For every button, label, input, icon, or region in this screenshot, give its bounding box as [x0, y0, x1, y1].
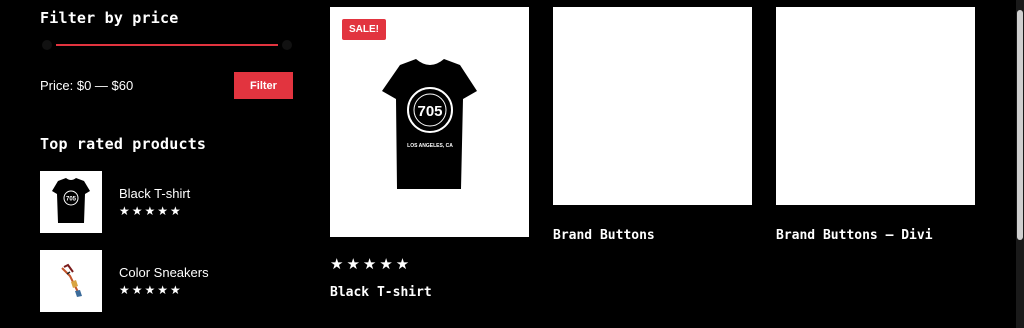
rating-stars: ★★★★★	[119, 283, 183, 297]
page-scrollbar[interactable]	[1016, 0, 1024, 328]
top-rated-thumb-tshirt[interactable]: 705	[40, 171, 102, 233]
sneakers-thumb-image	[61, 263, 82, 297]
price-range-label: Price: $0 — $60	[40, 78, 134, 93]
rating-stars: ★★★★★	[119, 204, 183, 218]
svg-text:705: 705	[66, 197, 77, 203]
product-title[interactable]: Black T-shirt	[330, 285, 432, 300]
product-rating-stars: ★★★★★	[330, 256, 413, 273]
svg-text:LOS ANGELES, CA: LOS ANGELES, CA	[407, 143, 453, 149]
filter-button[interactable]: Filter	[234, 72, 293, 99]
top-rated-item-name[interactable]: Black T-shirt	[119, 186, 190, 201]
product-title[interactable]: Brand Buttons	[553, 228, 655, 243]
product-image-brand-buttons[interactable]	[553, 7, 752, 205]
top-rated-item-name[interactable]: Color Sneakers	[119, 265, 209, 280]
product-image-brand-buttons-divi[interactable]	[776, 7, 975, 205]
top-rated-thumb-sneakers[interactable]	[40, 250, 102, 312]
top-rated-title: Top rated products	[40, 135, 207, 153]
product-image-black-tshirt[interactable]: SALE! 705 LOS ANGELES, CA	[330, 7, 529, 237]
price-slider-max-handle[interactable]	[282, 40, 292, 50]
svg-text:705: 705	[417, 103, 442, 120]
tshirt-thumb-image: 705	[52, 178, 90, 223]
scrollbar-thumb[interactable]	[1017, 10, 1023, 240]
tshirt-image: 705 LOS ANGELES, CA	[382, 59, 477, 189]
price-slider-min-handle[interactable]	[42, 40, 52, 50]
price-slider-range	[56, 44, 278, 46]
price-slider[interactable]	[42, 40, 292, 50]
filter-price-title: Filter by price	[40, 9, 179, 27]
product-title[interactable]: Brand Buttons – Divi	[776, 228, 933, 243]
